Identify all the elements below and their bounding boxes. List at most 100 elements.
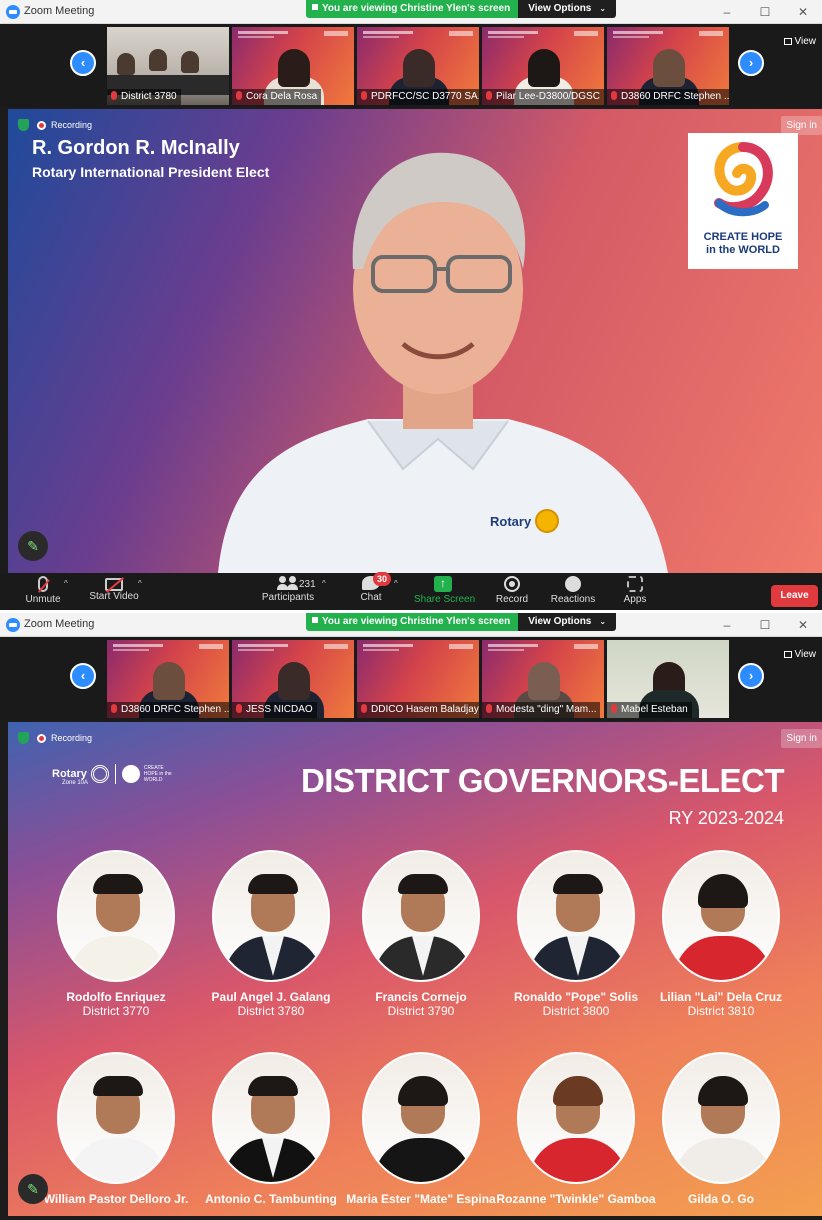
apps-button[interactable]: Apps [622, 576, 648, 605]
share-screen-icon: ↑ [434, 576, 452, 592]
participants-button[interactable]: 231 Participants [258, 576, 318, 603]
thumb-slide-text [113, 644, 163, 647]
thumb-slide-text [238, 31, 288, 34]
thumb-logo [699, 31, 723, 36]
thumb-slide-text [238, 36, 274, 38]
video-thumbnail[interactable]: D3860 DRFC Stephen ... [607, 27, 729, 105]
muted-mic-icon [486, 704, 492, 713]
shield-icon [18, 732, 29, 744]
candidate-photo [57, 850, 175, 982]
chevron-left-icon[interactable]: ‹ [70, 663, 96, 689]
leave-button[interactable]: Leave [771, 585, 818, 607]
thumb-slide-text [238, 644, 288, 647]
maximize-button[interactable]: ☐ [746, 613, 784, 637]
participant-image [117, 53, 135, 75]
thumb-slide-text [238, 649, 274, 651]
reactions-button[interactable]: Reactions [550, 576, 596, 605]
chevron-up-icon[interactable]: ^ [64, 579, 68, 588]
chevron-up-icon[interactable]: ^ [394, 579, 398, 588]
record-button[interactable]: Record [494, 576, 530, 605]
zoom-window-2: Zoom Meeting You are viewing Christine Y… [0, 613, 822, 1220]
title-bar: Zoom Meeting You are viewing Christine Y… [0, 613, 822, 637]
speaker-icon [312, 617, 318, 623]
video-thumbnail[interactable]: Pilar Lee-D3800/DGSC [482, 27, 604, 105]
chevron-up-icon[interactable]: ^ [138, 579, 142, 588]
thumb-slide-text [363, 649, 399, 651]
reactions-icon [565, 576, 581, 592]
video-thumbnail[interactable]: JESS NICDAO [232, 640, 354, 718]
participant-image [528, 49, 560, 87]
share-screen-button[interactable]: ↑ Share Screen [414, 576, 475, 605]
view-options-button[interactable]: View Options ⌄ [518, 0, 617, 18]
muted-mic-icon [361, 91, 367, 100]
chevron-down-icon: ⌄ [599, 617, 607, 626]
start-video-label: Start Video [89, 591, 139, 602]
chevron-right-icon[interactable]: › [738, 50, 764, 76]
photo-body [674, 936, 772, 980]
thumb-slide-text [613, 31, 663, 34]
participant-name-text: PDRFCC/SC D3770 SA... [371, 91, 479, 102]
participant-name-text: Cora Dela Rosa [246, 91, 318, 102]
slide-title: DISTRICT GOVERNORS-ELECT [300, 762, 785, 799]
photo-hair [93, 874, 143, 894]
record-label: Record [495, 594, 529, 605]
viewing-screen-text: You are viewing Christine Ylen's screen [322, 3, 511, 14]
participant-image [403, 49, 435, 87]
participant-name: DDICO Hasem Baladjay [357, 702, 479, 718]
chat-button[interactable]: 30 Chat [356, 572, 391, 603]
maximize-button[interactable]: ☐ [746, 0, 784, 24]
close-button[interactable]: ✕ [784, 613, 822, 637]
thumb-logo [324, 644, 348, 649]
chat-icon: 30 [362, 572, 391, 590]
start-video-button[interactable]: Start Video [88, 576, 140, 602]
participant-name: D3860 DRFC Stephen ... [607, 89, 729, 105]
chevron-left-icon[interactable]: ‹ [70, 50, 96, 76]
view-options-button[interactable]: View Options ⌄ [518, 613, 617, 631]
slide-subtitle: RY 2023-2024 [668, 808, 784, 828]
minimize-button[interactable]: – [708, 0, 746, 24]
view-button[interactable]: View [783, 36, 817, 47]
video-thumbnail[interactable]: Mabel Esteban [607, 640, 729, 718]
unmute-button[interactable]: Unmute [22, 576, 64, 605]
video-thumbnail[interactable]: PDRFCC/SC D3770 SA... [357, 27, 479, 105]
participant-name: PDRFCC/SC D3770 SA... [357, 89, 479, 105]
participant-name-text: JESS NICDAO [246, 704, 313, 715]
view-options-label: View Options [528, 616, 592, 627]
chevron-up-icon[interactable]: ^ [322, 579, 326, 588]
sign-in-button[interactable]: Sign in [781, 729, 822, 748]
minimize-button[interactable]: – [708, 613, 746, 637]
thumb-slide-text [363, 644, 413, 647]
photo-body [69, 1138, 167, 1182]
participant-name: JESS NICDAO [232, 702, 317, 718]
participant-name-text: District 3780 [121, 91, 177, 102]
photo-body [674, 1138, 772, 1182]
photo-hair [398, 874, 448, 894]
thumb-slide-text [613, 36, 649, 38]
video-thumbnail[interactable]: Cora Dela Rosa [232, 27, 354, 105]
close-button[interactable]: ✕ [784, 0, 822, 24]
muted-mic-icon [38, 576, 48, 592]
chevron-right-icon[interactable]: › [738, 663, 764, 689]
record-dot-icon [37, 733, 46, 743]
candidate-photo [362, 1052, 480, 1184]
participant-image [278, 49, 310, 87]
recording-indicator: Recording [18, 119, 92, 131]
participant-image [653, 49, 685, 87]
pencil-icon[interactable]: ✎ [18, 1174, 48, 1204]
view-label: View [794, 36, 817, 47]
photo-hair [398, 1076, 448, 1106]
participant-image [181, 51, 199, 73]
view-button[interactable]: View [783, 649, 816, 660]
video-thumbnail[interactable]: D3860 DRFC Stephen ... [107, 640, 229, 718]
recording-indicator: Recording [18, 732, 92, 744]
video-thumbnail[interactable]: Modesta "ding" Mam... [482, 640, 604, 718]
video-thumbnail[interactable]: District 3780 [107, 27, 229, 105]
window-controls: – ☐ ✕ [708, 613, 822, 637]
thumb-logo [449, 31, 473, 36]
recording-label: Recording [51, 733, 93, 743]
participant-name: District 3780 [107, 89, 181, 105]
video-thumbnail[interactable]: DDICO Hasem Baladjay [357, 640, 479, 718]
pencil-icon[interactable]: ✎ [18, 531, 48, 561]
shield-icon [18, 119, 29, 131]
unmute-label: Unmute [25, 594, 61, 605]
